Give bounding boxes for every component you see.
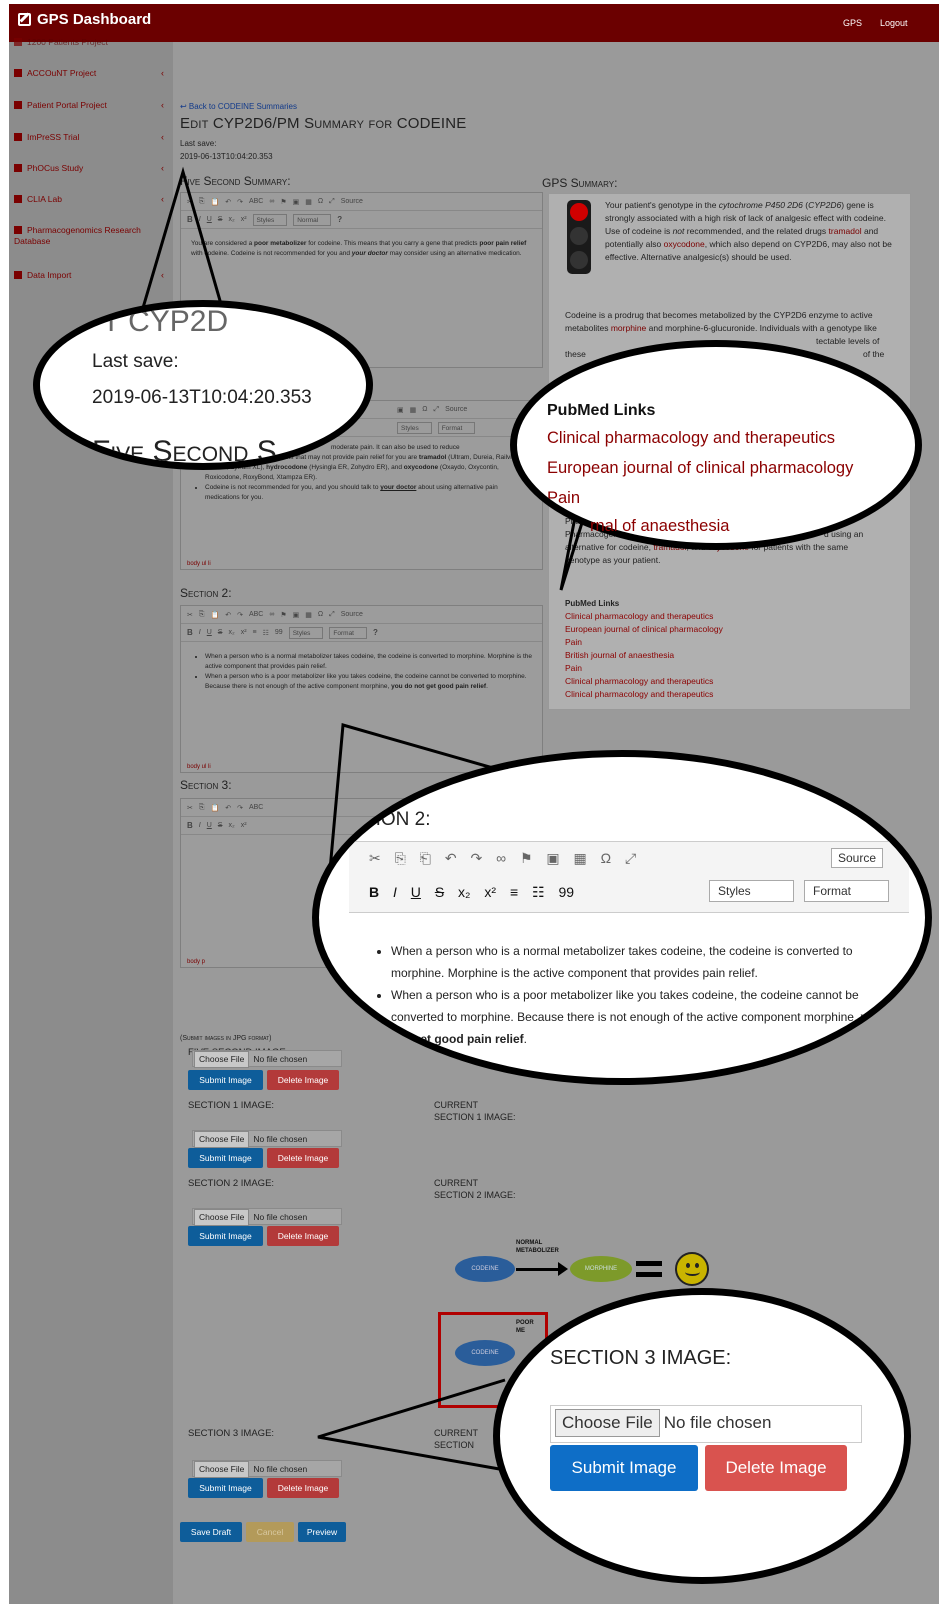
numbered-list-icon[interactable]: ≡ — [510, 884, 518, 900]
callout-pubmed-link[interactable]: Clinical pharmacology and therapeutics — [547, 429, 835, 448]
bulleted-list-icon[interactable]: ☷ — [532, 884, 545, 900]
link-icon[interactable]: ∞ — [496, 850, 506, 866]
undo-icon[interactable]: ↶ — [445, 850, 457, 866]
callout-last-save-value: 2019-06-13T10:04:20.353 — [92, 387, 312, 408]
cut-icon[interactable]: ✂ — [369, 850, 381, 866]
special-char-icon[interactable]: Ω — [601, 850, 611, 866]
italic-icon[interactable]: I — [393, 884, 397, 900]
redo-icon[interactable]: ↷ — [470, 850, 482, 866]
callout-format-select[interactable]: Format — [804, 880, 889, 902]
callout-styles-select[interactable]: Styles — [709, 880, 794, 902]
callout-section2-text: When a person who is a normal metabolize… — [377, 940, 907, 1050]
superscript-icon[interactable]: x² — [484, 884, 496, 900]
callout-pubmed-link-overflow[interactable]: rnal of anaesthesia — [590, 517, 729, 536]
image-icon[interactable]: ▣ — [546, 850, 559, 866]
callout-pubmed-link[interactable]: European journal of clinical pharmacolog… — [547, 459, 853, 478]
strike-icon[interactable]: S — [435, 884, 444, 900]
callout-submit-button[interactable]: Submit Image — [550, 1445, 698, 1491]
copy-icon[interactable]: ⎘ — [395, 850, 406, 866]
paste-icon[interactable]: ⎗ — [420, 850, 431, 866]
callout-section3-file-input[interactable]: Choose File No file chosen — [550, 1405, 862, 1443]
callout-source-button[interactable]: Source — [831, 848, 884, 868]
zoom-callout-section3-image: SECTION 3 IMAGE: Choose File No file chos… — [493, 1288, 911, 1584]
quote-icon[interactable]: 99 — [558, 884, 574, 900]
callout-editor-toolbar: ✂ ⎘ ⎗ ↶ ↷ ∞ ⚑ ▣ ▦ Ω ⤢ Source B I U S x₂ … — [349, 841, 909, 913]
callout-section3-image-label: SECTION 3 IMAGE: — [550, 1347, 732, 1369]
table-icon[interactable]: ▦ — [574, 850, 587, 866]
callout-pubmed-link[interactable]: Pain — [547, 489, 580, 508]
callout-toolbar-row2: B I U S x₂ x² ≡ ☷ 99 — [369, 884, 574, 901]
callout-toolbar-row1: ✂ ⎘ ⎗ ↶ ↷ ∞ ⚑ ▣ ▦ Ω ⤢ — [369, 850, 636, 867]
callout-section2-heading: TION 2: — [364, 809, 431, 830]
subscript-icon[interactable]: x₂ — [458, 884, 470, 900]
zoom-callout-last-save: T CYP2D Last save: 2019-06-13T10:04:20.3… — [33, 300, 373, 470]
callout-last-save-label: Last save: — [92, 351, 179, 372]
bold-icon[interactable]: B — [369, 884, 379, 900]
zoom-callout-section2: TION 2: ✂ ⎘ ⎗ ↶ ↷ ∞ ⚑ ▣ ▦ Ω ⤢ Source B I… — [312, 750, 932, 1085]
maximize-icon[interactable]: ⤢ — [625, 850, 636, 866]
flag-icon[interactable]: ⚑ — [520, 850, 533, 866]
callout-delete-button[interactable]: Delete Image — [705, 1445, 847, 1491]
underline-icon[interactable]: U — [411, 884, 421, 900]
